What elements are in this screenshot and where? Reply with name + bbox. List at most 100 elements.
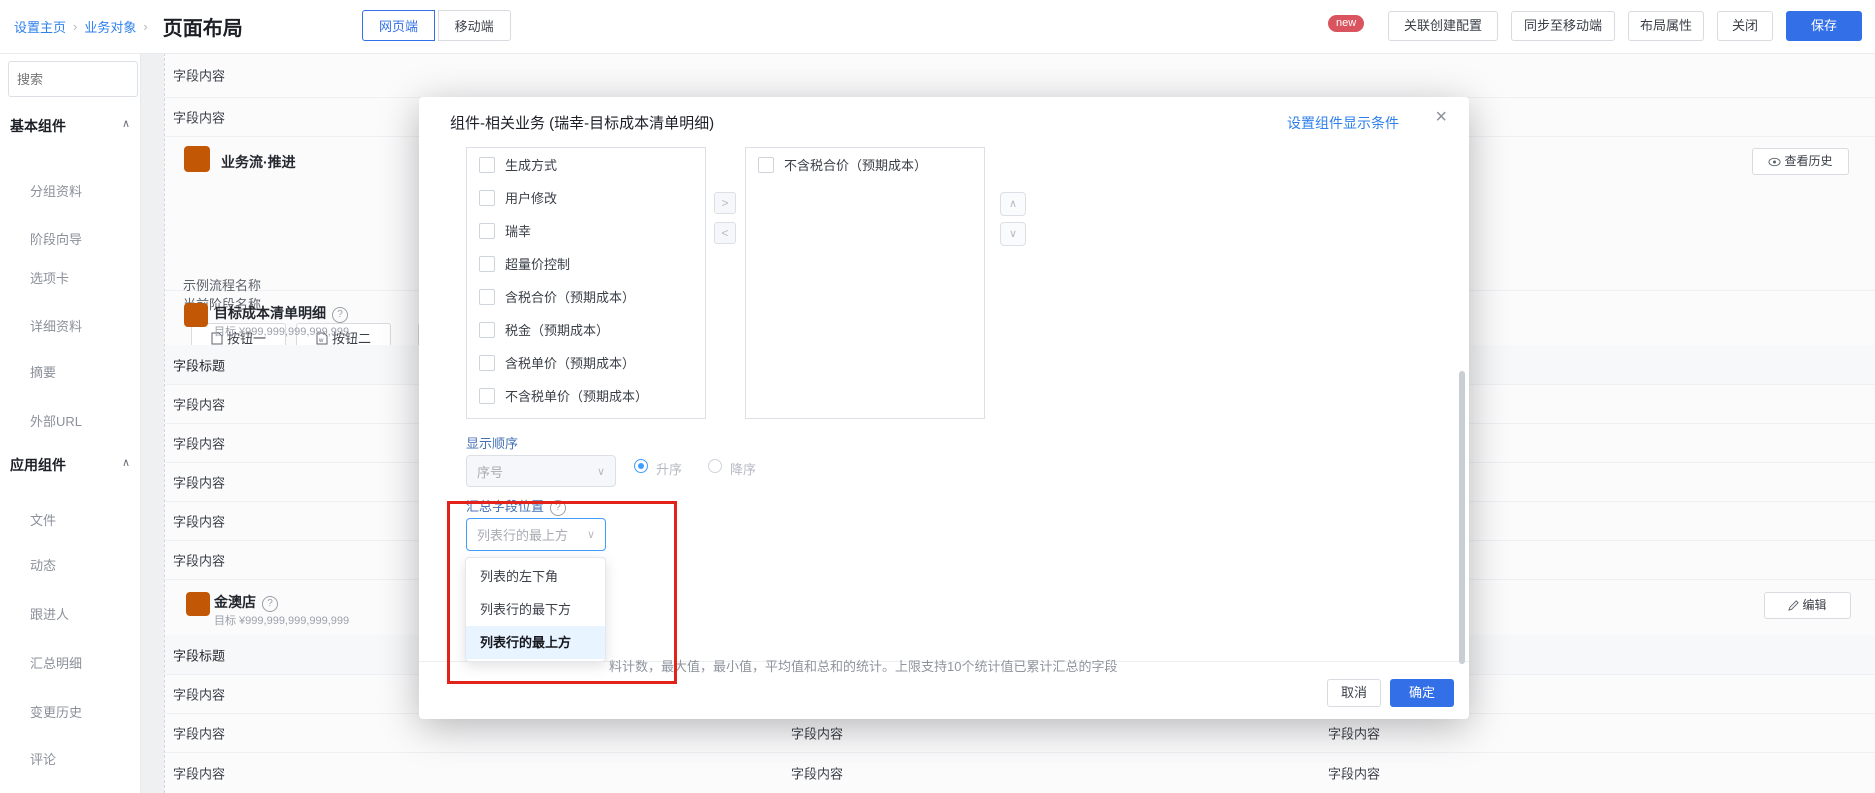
- store-card-title-text: 金澳店: [214, 594, 256, 610]
- component-icon: [186, 592, 210, 616]
- list-item[interactable]: 含税单价（预期成本）: [467, 346, 705, 379]
- checkbox[interactable]: [479, 322, 495, 338]
- component-icon: [184, 146, 210, 172]
- help-icon[interactable]: ?: [262, 596, 278, 612]
- edit-button[interactable]: 编辑: [1764, 592, 1851, 619]
- field-label: 税金（预期成本）: [505, 320, 609, 339]
- set-display-condition-link[interactable]: 设置组件显示条件: [1287, 113, 1399, 133]
- sidebar-item-files[interactable]: 文件: [30, 510, 56, 529]
- checkbox[interactable]: [479, 289, 495, 305]
- breadcrumb-link-home[interactable]: 设置主页: [14, 17, 66, 36]
- field-content-label: 字段内容: [173, 107, 225, 126]
- checkbox[interactable]: [479, 223, 495, 239]
- list-item[interactable]: 用户修改: [467, 181, 705, 214]
- checkbox[interactable]: [479, 355, 495, 371]
- checkbox[interactable]: [479, 190, 495, 206]
- ascending-radio[interactable]: [634, 459, 648, 473]
- sidebar-item-summary[interactable]: 摘要: [30, 362, 56, 381]
- checkbox[interactable]: [758, 157, 774, 173]
- layout-properties-button[interactable]: 布局属性: [1628, 11, 1704, 41]
- sidebar-item-follower[interactable]: 跟进人: [30, 604, 69, 623]
- collapse-icon: ∧: [122, 117, 130, 130]
- field-content-label: 字段内容: [173, 763, 225, 782]
- dropdown-option-bottom-left[interactable]: 列表的左下角: [466, 560, 605, 593]
- list-item[interactable]: 含税合价（预期成本）: [467, 280, 705, 313]
- field-content-label: 字段内容: [173, 394, 225, 413]
- save-button[interactable]: 保存: [1786, 11, 1862, 41]
- page-title: 页面布局: [163, 12, 243, 41]
- move-down-button[interactable]: ∨: [1000, 222, 1026, 246]
- field-content-label: 字段内容: [173, 723, 225, 742]
- field-content-label: 字段内容: [173, 684, 225, 703]
- sidebar-item-change-history[interactable]: 变更历史: [30, 702, 82, 721]
- search-input[interactable]: [8, 61, 138, 97]
- summary-position-select-value: 列表行的最上方: [477, 525, 568, 544]
- tab-mobile[interactable]: 移动端: [438, 10, 511, 41]
- field-row[interactable]: 字段内容 字段内容 字段内容: [165, 752, 1875, 793]
- confirm-button[interactable]: 确定: [1390, 679, 1454, 707]
- sync-to-mobile-button[interactable]: 同步至移动端: [1511, 11, 1615, 41]
- field-content-label: 字段内容: [173, 511, 225, 530]
- list-item[interactable]: 税金（预期成本）: [467, 313, 705, 346]
- edit-label: 编辑: [1802, 598, 1826, 612]
- field-title-label: 字段标题: [173, 645, 225, 664]
- sidebar-section-basic[interactable]: 基本组件 ∧: [10, 116, 130, 136]
- checkbox[interactable]: [479, 157, 495, 173]
- selected-fields-list: 不含税合价（预期成本）: [745, 147, 985, 419]
- sidebar-item-stage-wizard[interactable]: 阶段向导: [30, 229, 82, 248]
- order-field-select[interactable]: 序号 ∨: [466, 455, 616, 487]
- sidebar-section-app[interactable]: 应用组件 ∧: [10, 455, 130, 475]
- list-item[interactable]: 超量价控制: [467, 247, 705, 280]
- modal-scrollbar-thumb[interactable]: [1459, 371, 1465, 664]
- sidebar-item-detail-info[interactable]: 详细资料: [30, 316, 82, 335]
- close-icon[interactable]: ×: [1435, 107, 1447, 127]
- field-row[interactable]: 字段内容: [165, 53, 1875, 98]
- chevron-up-icon: ∧: [1009, 198, 1017, 210]
- field-label: 含税单价（预期成本）: [505, 353, 635, 372]
- summary-position-select[interactable]: 列表行的最上方 ∨: [466, 518, 606, 551]
- help-icon[interactable]: ?: [332, 307, 348, 323]
- list-item[interactable]: 不含税单价（预期成本）: [467, 379, 705, 412]
- field-content-label: 字段内容: [173, 433, 225, 452]
- relation-create-config-button[interactable]: 关联创建配置: [1388, 11, 1498, 41]
- view-history-button[interactable]: 查看历史: [1752, 148, 1849, 175]
- sidebar-item-tab-card[interactable]: 选项卡: [30, 268, 69, 287]
- list-item[interactable]: 不含税合价（预期成本）: [746, 148, 984, 181]
- field-content-label: 字段内容: [173, 66, 225, 85]
- field-label: 超量价控制: [505, 254, 570, 273]
- new-badge: new: [1328, 15, 1364, 32]
- field-content-label: 字段内容: [1328, 723, 1380, 742]
- breadcrumb-separator-icon: ›: [143, 19, 147, 34]
- breadcrumb: 设置主页 › 业务对象 › 页面布局: [14, 0, 243, 53]
- sidebar-item-comments[interactable]: 评论: [30, 749, 56, 768]
- descending-radio[interactable]: [708, 459, 722, 473]
- close-button[interactable]: 关闭: [1717, 11, 1773, 41]
- chevron-down-icon: ∨: [587, 528, 595, 541]
- list-item[interactable]: 数量（预期成本）: [467, 412, 705, 419]
- component-sidebar: 基本组件 ∧ 分组资料 阶段向导 选项卡 详细资料 摘要 外部URL 应用组件 …: [0, 53, 141, 793]
- dropdown-option-row-top[interactable]: 列表行的最上方: [466, 626, 605, 659]
- sidebar-item-external-url[interactable]: 外部URL: [30, 411, 82, 430]
- checkbox[interactable]: [479, 388, 495, 404]
- breadcrumb-separator-icon: ›: [73, 19, 77, 34]
- field-row[interactable]: 字段内容 字段内容 字段内容: [165, 713, 1875, 753]
- chevron-down-icon: ∨: [597, 465, 605, 478]
- move-up-button[interactable]: ∧: [1000, 192, 1026, 216]
- sidebar-item-rollup-detail[interactable]: 汇总明细: [30, 653, 82, 672]
- breadcrumb-link-object[interactable]: 业务对象: [84, 17, 136, 36]
- sidebar-item-activity[interactable]: 动态: [30, 555, 56, 574]
- help-icon[interactable]: ?: [550, 500, 566, 516]
- list-item[interactable]: 瑞幸: [467, 214, 705, 247]
- list-item[interactable]: 生成方式: [467, 148, 705, 181]
- checkbox[interactable]: [479, 256, 495, 272]
- sidebar-item-group-info[interactable]: 分组资料: [30, 181, 82, 200]
- order-field-select-value: 序号: [477, 462, 503, 481]
- move-right-button[interactable]: >: [714, 192, 736, 214]
- tab-web[interactable]: 网页端: [362, 10, 435, 41]
- collapse-icon: ∧: [122, 456, 130, 469]
- available-fields-list: 生成方式 用户修改 瑞幸 超量价控制 含税合价（预期成本） 税金（预期成本） 含…: [466, 147, 706, 419]
- field-label: 不含税单价（预期成本）: [505, 386, 648, 405]
- move-left-button[interactable]: <: [714, 222, 736, 244]
- cancel-button[interactable]: 取消: [1327, 679, 1381, 707]
- dropdown-option-row-bottom[interactable]: 列表行的最下方: [466, 593, 605, 626]
